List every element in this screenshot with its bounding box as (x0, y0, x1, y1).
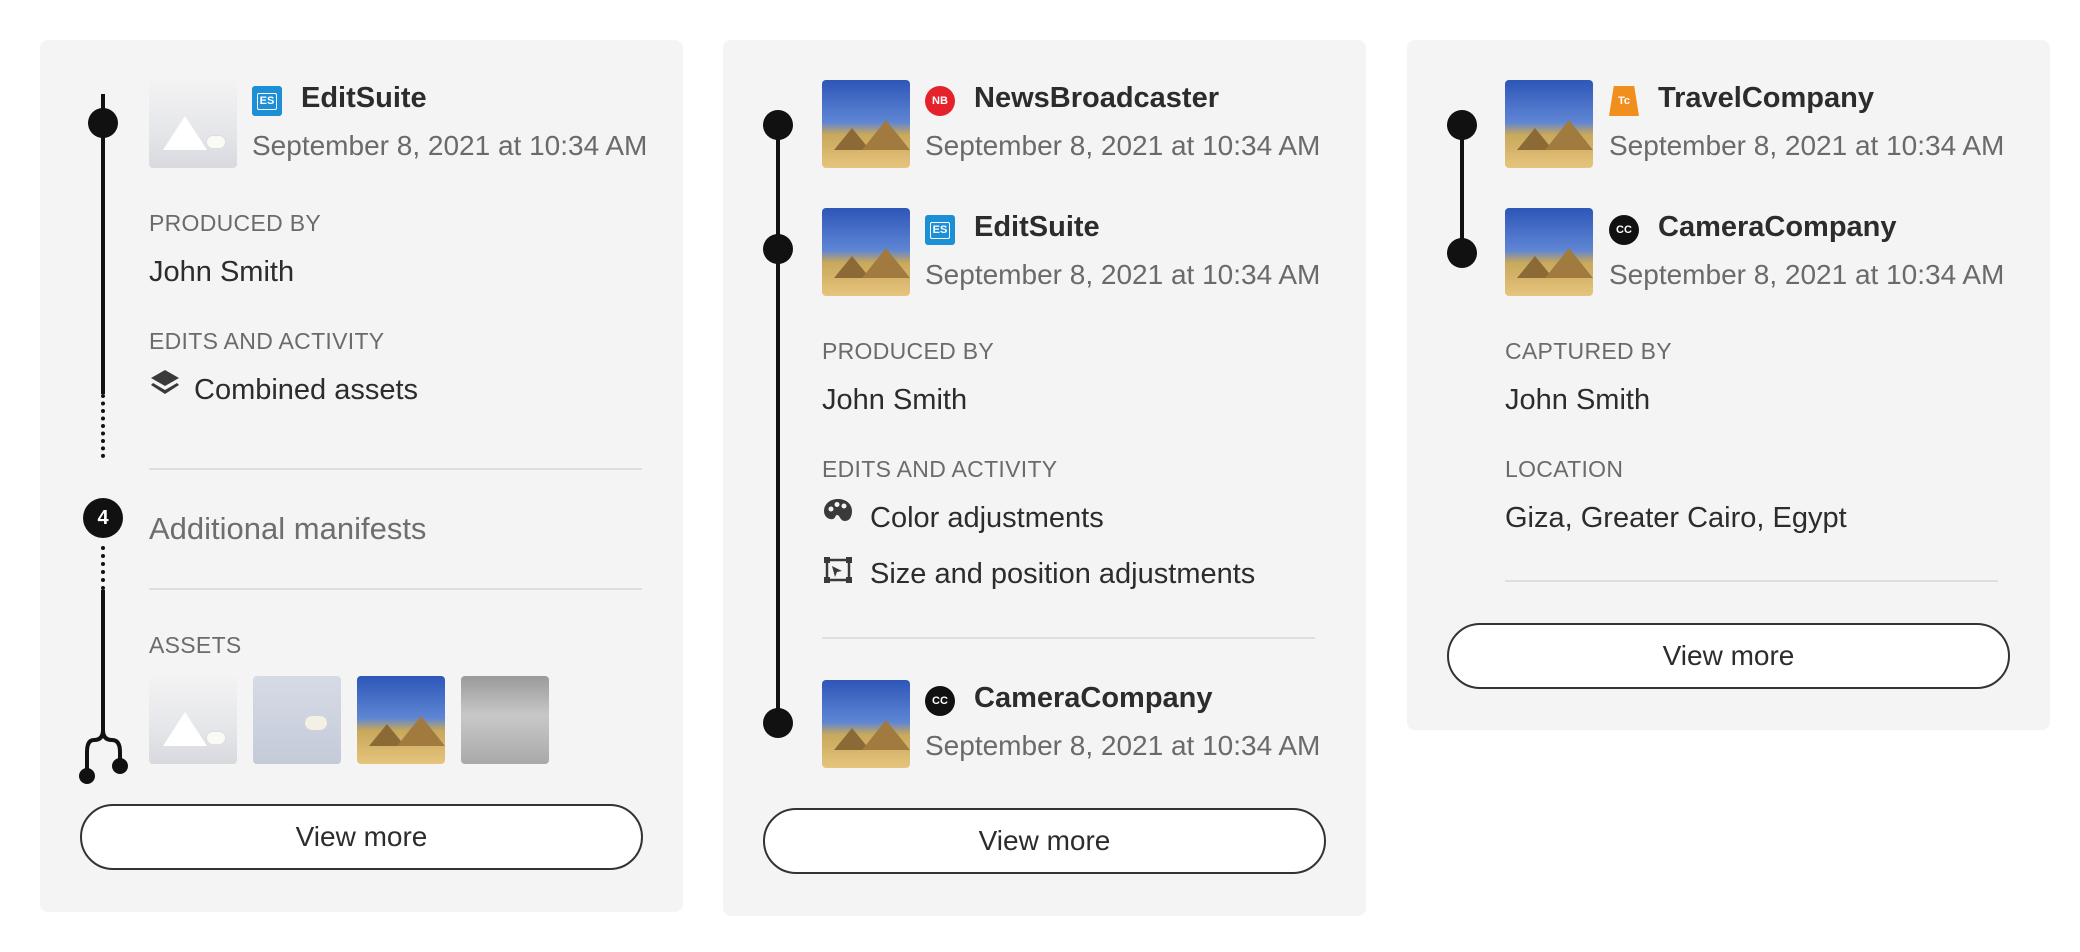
timeline-node (763, 708, 793, 738)
timeline-line (776, 126, 780, 726)
cameracompany-icon: CC (1609, 215, 1639, 245)
app-name: EditSuite (301, 82, 427, 114)
app-name: TravelCompany (1658, 82, 1874, 114)
entry-date: September 8, 2021 at 10:34 AM (1609, 130, 2005, 161)
captured-by-name: John Smith (1505, 384, 1651, 416)
app-name: CameraCompany (974, 682, 1213, 714)
timeline-node (1447, 238, 1477, 268)
entry-date: September 8, 2021 at 10:34 AM (925, 130, 1321, 161)
entry-thumbnail[interactable] (1505, 80, 1593, 168)
entry-thumbnail[interactable] (822, 80, 910, 168)
divider (822, 637, 1315, 639)
app-name: EditSuite (974, 211, 1100, 243)
manifest-card-editsuite: 4 ES EditSuite September 8, 2021 at 10:3… (40, 40, 683, 912)
timeline-dotted-connector (101, 546, 105, 590)
entry-date: September 8, 2021 at 10:34 AM (1609, 259, 2005, 290)
timeline-line (1460, 126, 1464, 254)
asset-thumbnail[interactable] (461, 676, 549, 764)
asset-thumbnail[interactable] (253, 676, 341, 764)
timeline-dotted-connector (101, 394, 105, 458)
entry-thumbnail[interactable] (1505, 208, 1593, 296)
divider (149, 468, 642, 470)
entry-date: September 8, 2021 at 10:34 AM (252, 130, 648, 161)
editsuite-icon: ES (252, 86, 282, 116)
activity-text: Size and position adjustments (870, 558, 1256, 590)
activity-text: Combined assets (194, 374, 419, 406)
producer-name: John Smith (822, 384, 968, 416)
location-label: LOCATION (1505, 456, 1624, 482)
view-more-button[interactable]: View more (80, 804, 643, 870)
divider (1505, 580, 1998, 582)
activity-text: Color adjustments (870, 502, 1104, 534)
asset-thumbnail[interactable] (149, 676, 237, 764)
captured-by-label: CAPTURED BY (1505, 338, 1672, 364)
entry-thumbnail[interactable] (822, 208, 910, 296)
entry-date: September 8, 2021 at 10:34 AM (925, 259, 1321, 290)
asset-thumbnail[interactable] (357, 676, 445, 764)
branch-connector-icon (79, 710, 128, 784)
entry-date: September 8, 2021 at 10:34 AM (925, 730, 1321, 761)
produced-by-label: PRODUCED BY (822, 338, 994, 364)
timeline-node (1447, 110, 1477, 140)
manifest-card-newsbroadcaster: NB NewsBroadcaster September 8, 2021 at … (723, 40, 1366, 916)
transform-icon (824, 557, 852, 583)
view-more-button[interactable]: View more (763, 808, 1326, 874)
ingredient-thumbnail[interactable] (822, 680, 910, 768)
assets-label: ASSETS (149, 632, 242, 658)
view-more-button[interactable]: View more (1447, 623, 2010, 689)
cameracompany-icon: CC (925, 686, 955, 716)
travelcompany-icon: Tc (1609, 86, 1639, 116)
additional-manifests-link[interactable]: Additional manifests (149, 511, 426, 547)
timeline-line (101, 590, 105, 730)
newsbroadcaster-icon: NB (925, 86, 955, 116)
palette-icon (824, 499, 852, 521)
app-name: CameraCompany (1658, 211, 1897, 243)
edits-activity-label: EDITS AND ACTIVITY (149, 328, 385, 354)
layers-icon (151, 370, 179, 394)
divider (149, 588, 642, 590)
edits-activity-label: EDITS AND ACTIVITY (822, 456, 1058, 482)
entry-thumbnail[interactable] (149, 80, 237, 168)
manifest-card-travelcompany: Tc TravelCompany September 8, 2021 at 10… (1407, 40, 2050, 730)
additional-manifests-count-badge: 4 (83, 498, 123, 538)
timeline-node (88, 108, 118, 138)
timeline-node (763, 110, 793, 140)
app-name: NewsBroadcaster (974, 82, 1219, 114)
timeline-node (763, 234, 793, 264)
timeline-line (101, 94, 105, 394)
produced-by-label: PRODUCED BY (149, 210, 321, 236)
producer-name: John Smith (149, 256, 295, 288)
editsuite-icon: ES (925, 215, 955, 245)
location-value: Giza, Greater Cairo, Egypt (1505, 502, 1847, 534)
